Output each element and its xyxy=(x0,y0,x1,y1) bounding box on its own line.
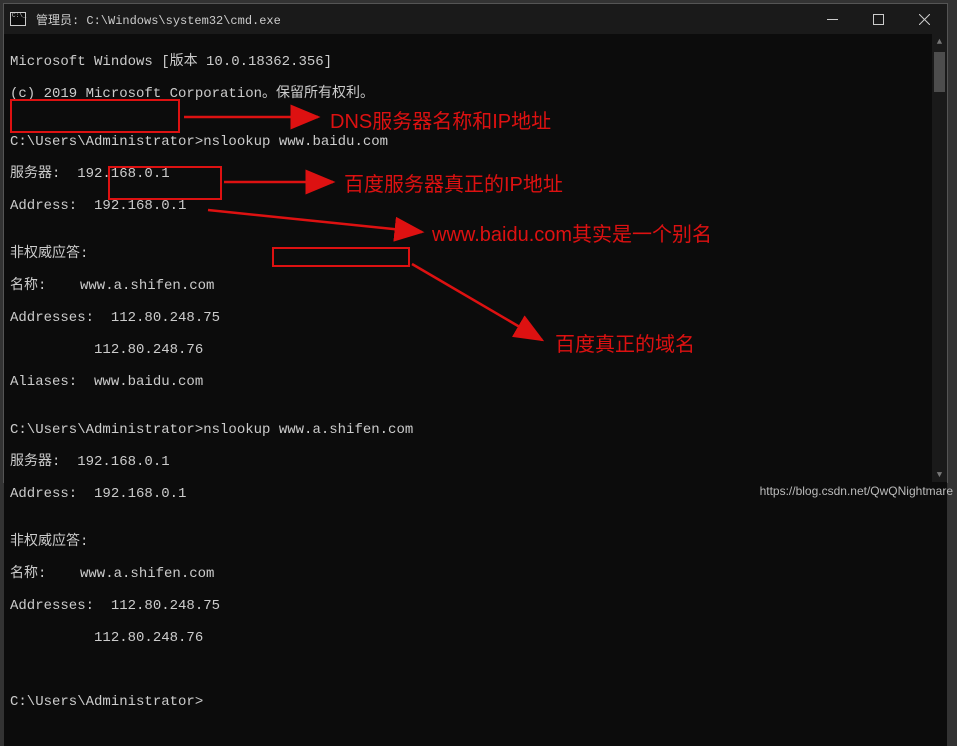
line: 名称: www.a.shifen.com xyxy=(10,278,941,294)
maximize-button[interactable] xyxy=(855,4,901,34)
cmd-window: 管理员: C:\Windows\system32\cmd.exe Microso… xyxy=(3,3,948,483)
line: 名称: www.a.shifen.com xyxy=(10,566,941,582)
line: Microsoft Windows [版本 10.0.18362.356] xyxy=(10,54,941,70)
minimize-button[interactable] xyxy=(809,4,855,34)
line: 非权威应答: xyxy=(10,534,941,550)
scroll-down-icon[interactable]: ▼ xyxy=(932,467,947,482)
line: 112.80.248.76 xyxy=(10,342,941,358)
line: 112.80.248.76 xyxy=(10,630,941,646)
line: C:\Users\Administrator>nslookup www.a.sh… xyxy=(10,422,941,438)
line: 服务器: 192.168.0.1 xyxy=(10,166,941,182)
line: 非权威应答: xyxy=(10,246,941,262)
line: Addresses: 112.80.248.75 xyxy=(10,310,941,326)
close-button[interactable] xyxy=(901,4,947,34)
line: Address: 192.168.0.1 xyxy=(10,198,941,214)
line: C:\Users\Administrator> xyxy=(10,694,941,710)
titlebar[interactable]: 管理员: C:\Windows\system32\cmd.exe xyxy=(4,4,947,34)
scrollbar[interactable]: ▲ ▼ xyxy=(932,34,947,482)
scrollbar-thumb[interactable] xyxy=(934,52,945,92)
terminal-output[interactable]: Microsoft Windows [版本 10.0.18362.356] (c… xyxy=(4,34,947,746)
line: Addresses: 112.80.248.75 xyxy=(10,598,941,614)
window-title: 管理员: C:\Windows\system32\cmd.exe xyxy=(32,11,809,28)
line: C:\Users\Administrator>nslookup www.baid… xyxy=(10,134,941,150)
line: 服务器: 192.168.0.1 xyxy=(10,454,941,470)
line: Aliases: www.baidu.com xyxy=(10,374,941,390)
line: (c) 2019 Microsoft Corporation。保留所有权利。 xyxy=(10,86,941,102)
cmd-icon xyxy=(4,5,32,33)
scroll-up-icon[interactable]: ▲ xyxy=(932,34,947,49)
watermark: https://blog.csdn.net/QwQNightmare xyxy=(760,484,953,498)
